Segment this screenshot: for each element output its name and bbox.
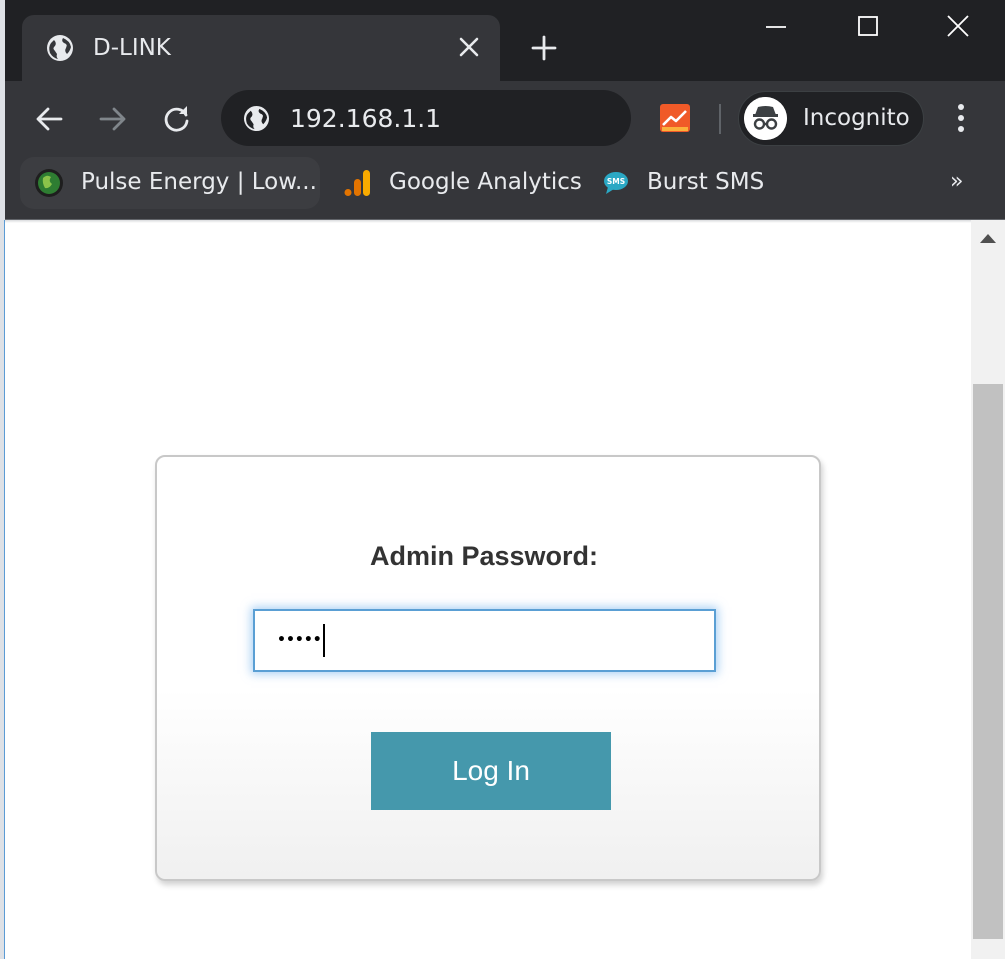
admin-password-label: Admin Password: [369, 541, 599, 571]
scrollbar-thumb[interactable] [973, 384, 1003, 939]
pulse-energy-icon [35, 169, 63, 197]
back-arrow-icon[interactable] [34, 104, 64, 134]
tab-title: D-LINK [93, 35, 171, 61]
globe-icon [47, 35, 73, 61]
close-tab-icon[interactable] [456, 34, 482, 60]
log-in-button[interactable]: Log In [371, 732, 611, 810]
toolbar-divider [719, 104, 721, 134]
incognito-icon [744, 97, 787, 140]
new-tab-icon[interactable] [530, 34, 558, 62]
analytics-extension-icon[interactable] [659, 103, 691, 133]
svg-text:SMS: SMS [607, 177, 625, 186]
minimize-icon[interactable] [764, 14, 788, 38]
site-info-globe-icon[interactable] [243, 105, 270, 132]
incognito-label: Incognito [803, 105, 910, 131]
close-window-icon[interactable] [946, 14, 970, 38]
window-border [4, 220, 5, 959]
bookmark-label[interactable]: Burst SMS [647, 168, 764, 196]
forward-arrow-icon[interactable] [98, 104, 128, 134]
text-caret [322, 624, 325, 657]
burst-sms-icon[interactable]: SMS [601, 168, 631, 198]
google-analytics-icon[interactable] [342, 168, 372, 198]
maximize-icon[interactable] [856, 14, 880, 38]
password-value: ••••• [277, 632, 322, 648]
more-menu-icon[interactable] [952, 102, 970, 134]
chrome-shadow [0, 219, 1005, 223]
url-text[interactable]: 192.168.1.1 [290, 104, 441, 134]
admin-password-input[interactable]: ••••• [253, 609, 716, 672]
bookmark-label[interactable]: Pulse Energy | Low... [81, 168, 317, 196]
bookmark-label[interactable]: Google Analytics [389, 168, 582, 196]
bookmarks-overflow-chevron-icon[interactable]: » [950, 168, 963, 196]
reload-icon[interactable] [162, 104, 192, 134]
scroll-up-arrow-icon[interactable] [977, 229, 999, 247]
